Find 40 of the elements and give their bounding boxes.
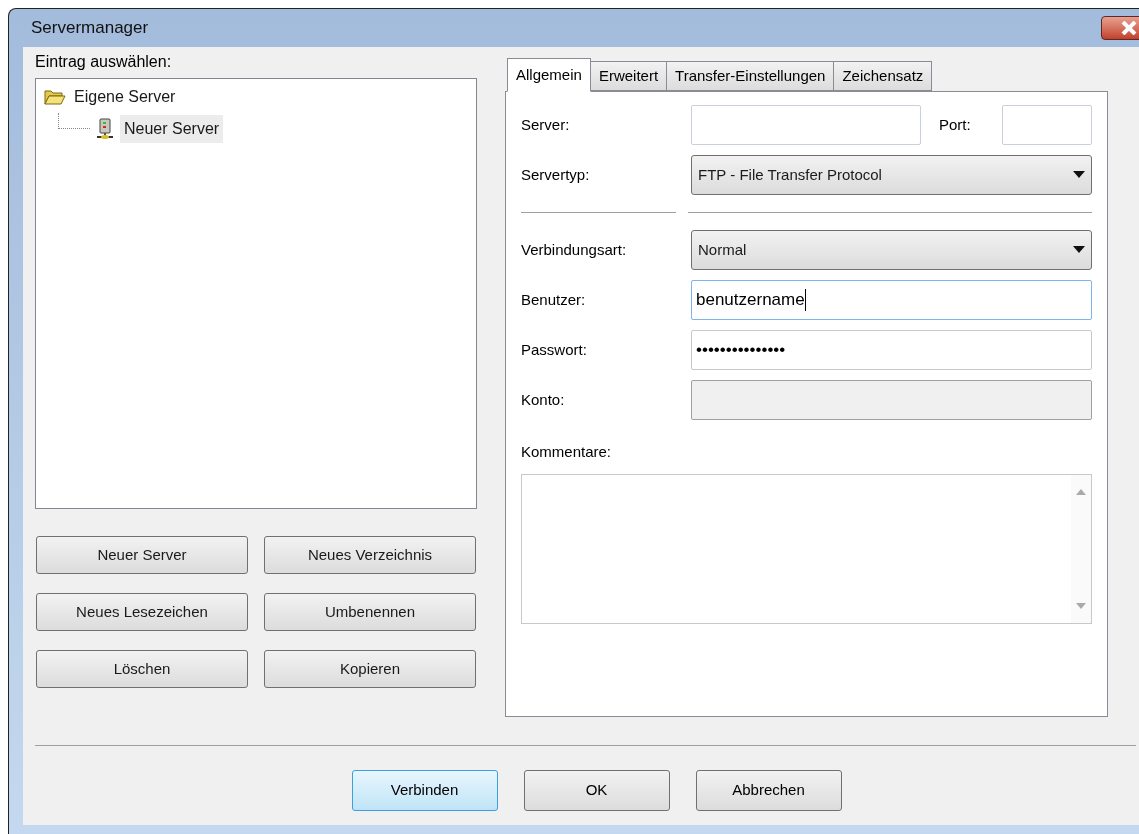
- caret-icon: [1073, 246, 1085, 254]
- scroll-up-icon[interactable]: [1076, 488, 1086, 495]
- comments-field[interactable]: [521, 473, 1092, 624]
- folder-icon: [44, 88, 66, 106]
- close-icon: [1121, 21, 1137, 35]
- tab[interactable]: Erweitert: [589, 61, 668, 91]
- server-type-dropdown[interactable]: FTP - File Transfer Protocol: [691, 155, 1092, 195]
- tab[interactable]: Allgemein: [507, 58, 591, 92]
- caret-icon: [1073, 171, 1085, 179]
- field-label: Passwort:: [521, 339, 588, 360]
- scroll-down-icon[interactable]: [1076, 602, 1086, 609]
- connection-type-dropdown[interactable]: Normal: [691, 230, 1092, 270]
- input-field[interactable]: [1002, 105, 1092, 145]
- input-field[interactable]: [691, 105, 921, 145]
- field-label: Konto:: [521, 389, 566, 410]
- field-label: Verbindungsart:: [521, 239, 628, 260]
- action-button[interactable]: Neues Verzeichnis: [264, 536, 476, 574]
- tree-item[interactable]: Eigene Server: [70, 83, 180, 111]
- action-button[interactable]: Kopieren: [264, 650, 476, 688]
- field-label: Port:: [939, 114, 972, 135]
- tab[interactable]: Zeichensatz: [833, 61, 933, 91]
- field-label: Server:: [521, 114, 571, 135]
- dialog-button[interactable]: Verbinden: [351, 770, 498, 811]
- action-button[interactable]: Löschen: [36, 650, 248, 688]
- input-field[interactable]: •••••••••••••••: [691, 330, 1092, 370]
- tab[interactable]: Transfer-Einstellungen: [666, 61, 835, 91]
- field-label: Benutzer:: [521, 289, 587, 310]
- server-icon: [94, 118, 116, 140]
- dialog-button[interactable]: Abbrechen: [695, 770, 842, 811]
- dialog-button[interactable]: OK: [523, 770, 670, 811]
- action-button[interactable]: Umbenennen: [264, 593, 476, 631]
- scrollbar[interactable]: [1071, 474, 1091, 623]
- comments-label: Kommentare:: [521, 442, 613, 462]
- window-title: Servermanager: [31, 17, 149, 40]
- action-button[interactable]: Neues Lesezeichen: [36, 593, 248, 631]
- tree-item[interactable]: Neuer Server: [120, 115, 224, 143]
- tree-label: Eintrag auswählen:: [35, 52, 173, 72]
- input-field[interactable]: benutzername: [691, 280, 1092, 320]
- field-label: Servertyp:: [521, 164, 591, 185]
- action-button[interactable]: Neuer Server: [36, 536, 248, 574]
